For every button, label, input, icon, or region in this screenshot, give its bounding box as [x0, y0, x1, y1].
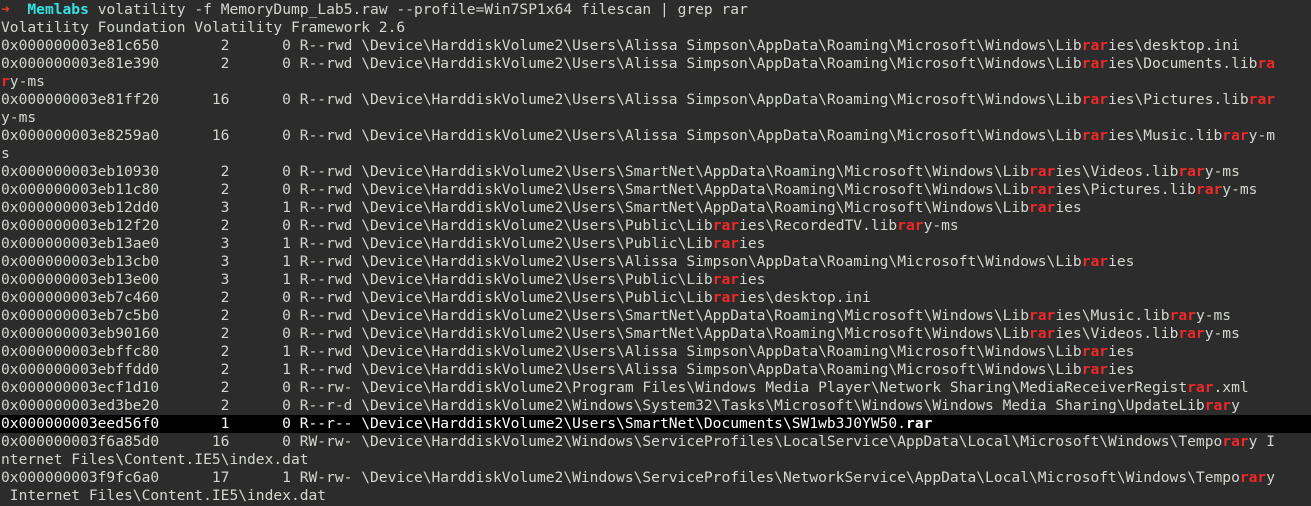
- filescan-row[interactable]: 0x000000003eb12f20 2 0 R--rwd \Device\Ha…: [1, 217, 1311, 235]
- filescan-row[interactable]: 0x000000003ebffdd0 2 1 R--rwd \Device\Ha…: [1, 361, 1311, 379]
- filescan-row[interactable]: 0x000000003eb90160 2 0 R--rwd \Device\Ha…: [1, 325, 1311, 343]
- row-text: 0x000000003e81c650 2 0 R--rwd \Device\Ha…: [1, 37, 1240, 54]
- grep-match-highlight: rar: [1081, 55, 1109, 72]
- grep-match-highlight: rar: [1178, 163, 1205, 180]
- row-text: 0x000000003ebffc80 2 1 R--rwd \Device\Ha…: [1, 343, 1135, 360]
- grep-match-highlight: rar: [1187, 379, 1214, 396]
- grep-match-highlight: rar: [1028, 325, 1056, 342]
- grep-match-highlight: rar: [1204, 397, 1232, 414]
- grep-match-highlight: rar: [712, 217, 740, 234]
- filescan-row[interactable]: 0x000000003ebffc80 2 1 R--rwd \Device\Ha…: [1, 343, 1311, 361]
- row-text: 0x000000003f6a85d0 16 0 RW-rw- \Device\H…: [1, 433, 1275, 450]
- filescan-row[interactable]: 0x000000003eb7c5b0 2 0 R--rwd \Device\Ha…: [1, 307, 1311, 325]
- grep-match-highlight: rar: [712, 289, 740, 306]
- prompt-arrow-icon: ➜: [1, 1, 10, 18]
- filescan-row[interactable]: 0x000000003f6a85d0 16 0 RW-rw- \Device\H…: [1, 433, 1311, 469]
- row-text: 0x000000003ecf1d10 2 0 R--rw- \Device\Ha…: [1, 379, 1249, 396]
- row-text: 0x000000003eb10930 2 0 R--rwd \Device\Ha…: [1, 163, 1240, 180]
- grep-match-highlight: rar: [1248, 91, 1276, 108]
- row-text: 0x000000003eb90160 2 0 R--rwd \Device\Ha…: [1, 325, 1240, 342]
- grep-match-highlight: rar: [1222, 127, 1249, 144]
- row-text: 0x000000003eb7c460 2 0 R--rwd \Device\Ha…: [1, 289, 871, 306]
- filescan-row[interactable]: 0x000000003eb13e00 3 1 R--rwd \Device\Ha…: [1, 271, 1311, 289]
- grep-match-highlight: r: [1, 73, 10, 90]
- filescan-row[interactable]: 0x000000003e81c650 2 0 R--rwd \Device\Ha…: [1, 37, 1311, 55]
- filescan-row[interactable]: 0x000000003eb11c80 2 0 R--rwd \Device\Ha…: [1, 181, 1311, 199]
- filescan-row[interactable]: 0x000000003ed3be20 2 0 R--r-d \Device\Ha…: [1, 397, 1311, 415]
- grep-match-highlight: rar: [905, 415, 933, 432]
- row-text: y-ms: [1, 109, 37, 126]
- filescan-row[interactable]: 0x000000003eb7c460 2 0 R--rwd \Device\Ha…: [1, 289, 1311, 307]
- grep-match-highlight: rar: [1222, 433, 1249, 450]
- filescan-row[interactable]: 0x000000003e81ff20 16 0 R--rwd \Device\H…: [1, 91, 1311, 127]
- row-text: Internet Files\Content.IE5\index.dat: [1, 487, 327, 504]
- filescan-row[interactable]: 0x000000003e81e390 2 0 R--rwd \Device\Ha…: [1, 55, 1311, 91]
- filescan-row[interactable]: 0x000000003f9fc6a0 17 1 RW-rw- \Device\H…: [1, 469, 1311, 505]
- row-text: 0x000000003e81ff20 16 0 R--rwd \Device\H…: [1, 91, 1276, 108]
- grep-match-highlight: rar: [1028, 307, 1056, 324]
- row-text: 0x000000003eb13e00 3 1 R--rwd \Device\Ha…: [1, 271, 766, 288]
- grep-match-highlight: rar: [1081, 253, 1109, 270]
- grep-match-highlight: rar: [1081, 91, 1109, 108]
- row-text: 0x000000003eb12dd0 3 1 R--rwd \Device\Ha…: [1, 199, 1082, 216]
- grep-match-highlight: ra: [1257, 55, 1276, 72]
- grep-match-highlight: rar: [712, 235, 740, 252]
- volatility-banner: Volatility Foundation Volatility Framewo…: [1, 19, 406, 36]
- grep-match-highlight: rar: [1081, 343, 1109, 360]
- row-text: 0x000000003ebffdd0 2 1 R--rwd \Device\Ha…: [1, 361, 1135, 378]
- row-text: 0x000000003ed3be20 2 0 R--r-d \Device\Ha…: [1, 397, 1240, 414]
- filescan-row[interactable]: 0x000000003eb13ae0 3 1 R--rwd \Device\Ha…: [1, 235, 1311, 253]
- row-text: 0x000000003e81e390 2 0 R--rwd \Device\Ha…: [1, 55, 1276, 72]
- grep-match-highlight: rar: [1081, 361, 1109, 378]
- row-text: 0x000000003f9fc6a0 17 1 RW-rw- \Device\H…: [1, 469, 1276, 486]
- row-text: 0x000000003eb13cb0 3 1 R--rwd \Device\Ha…: [1, 253, 1135, 270]
- prompt-directory: Memlabs: [27, 1, 89, 18]
- row-text: 0x000000003eb11c80 2 0 R--rwd \Device\Ha…: [1, 181, 1258, 198]
- filescan-row[interactable]: 0x000000003eb12dd0 3 1 R--rwd \Device\Ha…: [1, 199, 1311, 217]
- terminal-window[interactable]: ➜ Memlabs volatility -f MemoryDump_Lab5.…: [0, 0, 1311, 506]
- grep-match-highlight: rar: [1239, 469, 1267, 486]
- grep-match-highlight: rar: [712, 271, 740, 288]
- row-text: 0x000000003eb7c5b0 2 0 R--rwd \Device\Ha…: [1, 307, 1232, 324]
- row-text: 0x000000003eb13ae0 3 1 R--rwd \Device\Ha…: [1, 235, 766, 252]
- filescan-row[interactable]: 0x000000003e8259a0 16 0 R--rwd \Device\H…: [1, 127, 1311, 163]
- grep-match-highlight: rar: [1178, 325, 1205, 342]
- grep-match-highlight: rar: [897, 217, 924, 234]
- filescan-row[interactable]: 0x000000003eed56f0 1 0 R--r-- \Device\Ha…: [0, 415, 1311, 433]
- grep-match-highlight: rar: [1028, 199, 1056, 216]
- grep-match-highlight: rar: [1195, 181, 1223, 198]
- command-prompt-line: ➜ Memlabs volatility -f MemoryDump_Lab5.…: [1, 1, 1311, 19]
- command-text: volatility -f MemoryDump_Lab5.raw --prof…: [97, 1, 748, 18]
- row-text: 0x000000003e8259a0 16 0 R--rwd \Device\H…: [1, 127, 1276, 144]
- row-text: nternet Files\Content.IE5\index.dat: [1, 451, 309, 468]
- filescan-row[interactable]: 0x000000003ecf1d10 2 0 R--rw- \Device\Ha…: [1, 379, 1311, 397]
- filescan-output: 0x000000003e81c650 2 0 R--rwd \Device\Ha…: [0, 37, 1311, 505]
- grep-match-highlight: rar: [1081, 127, 1109, 144]
- grep-match-highlight: rar: [1081, 37, 1109, 54]
- filescan-row[interactable]: 0x000000003eb13cb0 3 1 R--rwd \Device\Ha…: [1, 253, 1311, 271]
- grep-match-highlight: rar: [1028, 181, 1056, 198]
- grep-match-highlight: rar: [1169, 307, 1196, 324]
- filescan-row[interactable]: 0x000000003eb10930 2 0 R--rwd \Device\Ha…: [1, 163, 1311, 181]
- grep-match-highlight: rar: [1028, 163, 1056, 180]
- row-text: s: [1, 145, 10, 162]
- row-text: 0x000000003eb12f20 2 0 R--rwd \Device\Ha…: [1, 217, 959, 234]
- row-text: 0x000000003eed56f0 1 0 R--r-- \Device\Ha…: [0, 415, 1311, 433]
- row-text: ry-ms: [1, 73, 45, 90]
